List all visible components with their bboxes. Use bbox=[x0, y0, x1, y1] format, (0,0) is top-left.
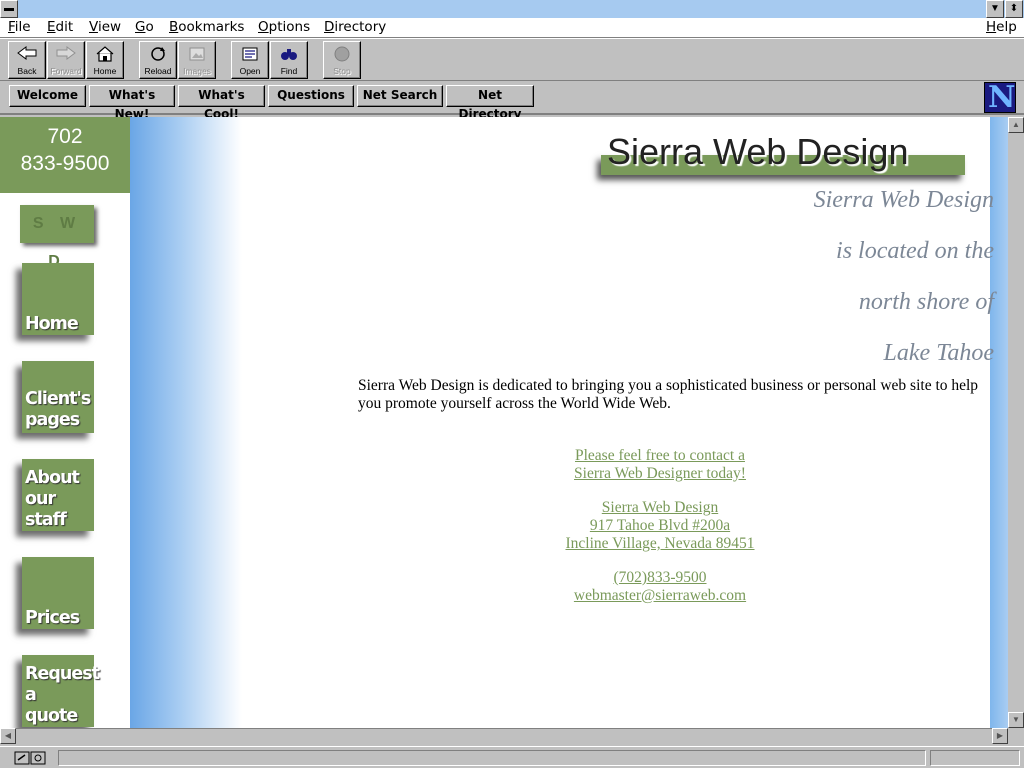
directory-bar: Welcome What's New! What's Cool! Questio… bbox=[0, 81, 1024, 121]
images-icon bbox=[179, 42, 215, 66]
menu-bar: File Edit View Go Bookmarks Options Dire… bbox=[0, 18, 1024, 38]
tagline-line-4: Lake Tahoe bbox=[883, 340, 994, 366]
restore-button[interactable]: ⬍ bbox=[1005, 0, 1023, 18]
nav-prices-button[interactable]: Prices bbox=[22, 557, 94, 629]
back-arrow-icon bbox=[9, 42, 45, 66]
status-progress-field bbox=[930, 750, 1020, 766]
menu-edit[interactable]: Edit bbox=[47, 19, 73, 35]
address-street-link[interactable]: 917 Tahoe Blvd #200a bbox=[460, 517, 860, 535]
nav-request-quote-button[interactable]: Request a quote bbox=[22, 655, 100, 727]
home-icon bbox=[87, 42, 123, 66]
reload-button[interactable]: Reload bbox=[139, 41, 177, 79]
menu-file[interactable]: File bbox=[8, 19, 31, 35]
contact-link-line-2[interactable]: Sierra Web Designer today! bbox=[460, 465, 860, 483]
security-key-icon bbox=[14, 751, 46, 765]
reload-icon bbox=[140, 42, 176, 66]
tagline-line-3: north shore of bbox=[858, 289, 994, 315]
blue-gradient-band bbox=[130, 117, 242, 728]
nav-about-staff-button[interactable]: About our staff bbox=[22, 459, 94, 531]
whats-cool-button[interactable]: What's Cool! bbox=[178, 85, 265, 121]
contact-link-block: Please feel free to contact a Sierra Web… bbox=[460, 447, 860, 483]
open-icon bbox=[232, 42, 268, 66]
intro-paragraph: Sierra Web Design is dedicated to bringi… bbox=[358, 377, 979, 412]
whats-new-button[interactable]: What's New! bbox=[89, 85, 175, 121]
stop-button[interactable]: Stop bbox=[323, 41, 361, 79]
menu-view[interactable]: View bbox=[89, 19, 121, 35]
left-nav-bar: 702 833-9500 S W D Home Client's pages A… bbox=[0, 117, 130, 728]
status-bar bbox=[0, 746, 1024, 768]
binoculars-icon bbox=[271, 42, 307, 66]
vertical-scrollbar[interactable]: ▲ ▼ bbox=[1008, 117, 1024, 728]
net-directory-button[interactable]: Net Directory bbox=[446, 85, 534, 121]
title-bar: ▬ ▼ ⬍ bbox=[0, 0, 1024, 18]
site-logo: Sierra Web Design bbox=[595, 131, 995, 195]
horizontal-scrollbar[interactable]: ◀ ▶ bbox=[0, 728, 1008, 744]
menu-help[interactable]: Help bbox=[986, 19, 1017, 35]
phone-email-block: (702)833-9500 webmaster@sierraweb.com bbox=[460, 569, 860, 605]
scroll-down-button[interactable]: ▼ bbox=[1008, 712, 1024, 728]
scroll-left-button[interactable]: ◀ bbox=[0, 728, 16, 744]
email-link[interactable]: webmaster@sierraweb.com bbox=[460, 587, 860, 605]
open-button[interactable]: Open bbox=[231, 41, 269, 79]
images-button[interactable]: Images bbox=[178, 41, 216, 79]
system-menu-button[interactable]: ▬ bbox=[0, 0, 18, 18]
forward-arrow-icon bbox=[48, 42, 84, 66]
status-message-field bbox=[58, 750, 926, 766]
minimize-button[interactable]: ▼ bbox=[986, 0, 1004, 18]
scroll-corner bbox=[1008, 728, 1024, 744]
netscape-logo: N bbox=[984, 82, 1016, 113]
swd-logo: S W D bbox=[20, 205, 94, 270]
nav-clients-pages-button[interactable]: Client's pages bbox=[22, 361, 94, 433]
forward-button[interactable]: Forward bbox=[47, 41, 85, 79]
address-link-block: Sierra Web Design 917 Tahoe Blvd #200a I… bbox=[460, 499, 860, 553]
tagline-line-2: is located on the bbox=[836, 238, 994, 264]
back-button[interactable]: Back bbox=[8, 41, 46, 79]
net-search-button[interactable]: Net Search bbox=[357, 85, 443, 107]
menu-options[interactable]: Options bbox=[258, 19, 310, 35]
toolbar: Back Forward Home Reload Images Open Fin… bbox=[0, 38, 1024, 81]
phone-link[interactable]: (702)833-9500 bbox=[460, 569, 860, 587]
welcome-button[interactable]: Welcome bbox=[9, 85, 86, 107]
menu-go[interactable]: Go bbox=[135, 19, 154, 35]
stop-icon bbox=[324, 42, 360, 66]
menu-bookmarks[interactable]: Bookmarks bbox=[169, 19, 244, 35]
find-button[interactable]: Find bbox=[270, 41, 308, 79]
address-name-link[interactable]: Sierra Web Design bbox=[460, 499, 860, 517]
menu-directory[interactable]: Directory bbox=[324, 19, 386, 35]
address-city-link[interactable]: Incline Village, Nevada 89451 bbox=[460, 535, 860, 553]
page-content: 702 833-9500 S W D Home Client's pages A… bbox=[0, 117, 1008, 728]
contact-link-line-1[interactable]: Please feel free to contact a bbox=[460, 447, 860, 465]
tagline-line-1: Sierra Web Design bbox=[813, 187, 994, 213]
home-button[interactable]: Home bbox=[86, 41, 124, 79]
scroll-right-button[interactable]: ▶ bbox=[992, 728, 1008, 744]
nav-home-button[interactable]: Home bbox=[22, 263, 94, 335]
phone-banner: 702 833-9500 bbox=[0, 117, 130, 193]
questions-button[interactable]: Questions bbox=[268, 85, 354, 107]
scroll-up-button[interactable]: ▲ bbox=[1008, 117, 1024, 133]
